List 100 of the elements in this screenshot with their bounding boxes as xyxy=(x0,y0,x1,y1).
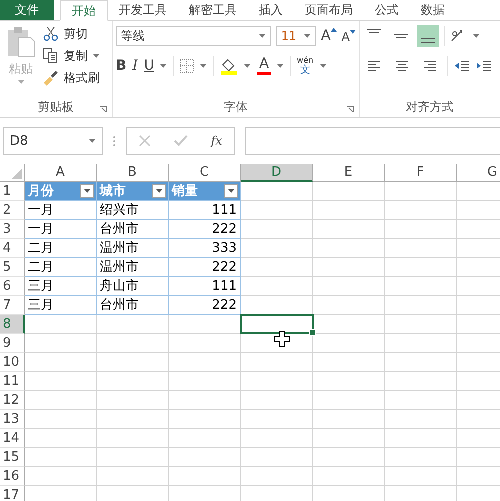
pinyin-text: wén xyxy=(297,56,314,65)
copy-button[interactable]: 复制 xyxy=(43,47,100,65)
column-header[interactable]: F xyxy=(385,164,457,182)
row-header[interactable]: 11 xyxy=(0,372,25,391)
ribbon-tab[interactable]: 页面布局 xyxy=(294,0,364,20)
table-cell: 111 xyxy=(169,201,241,220)
group-label: 剪贴板 xyxy=(38,98,74,116)
caret-icon xyxy=(304,34,312,38)
insert-function-button[interactable]: fx xyxy=(211,134,222,148)
lines-icon xyxy=(367,59,381,73)
bottom-align-button[interactable] xyxy=(417,25,439,47)
active-cell[interactable] xyxy=(240,314,314,334)
table-cell: 三月 xyxy=(25,277,97,296)
caret-icon[interactable] xyxy=(160,64,168,68)
shrink-font-button[interactable]: A xyxy=(342,28,356,44)
table-cell: 一月 xyxy=(25,220,97,239)
column-header[interactable]: G xyxy=(457,164,500,182)
checkmark-icon[interactable] xyxy=(174,135,188,147)
fill-color-icon[interactable] xyxy=(220,57,238,75)
row-header[interactable]: 15 xyxy=(0,448,25,467)
ribbon-tab[interactable]: 数据 xyxy=(410,0,456,20)
scissors-icon xyxy=(43,26,59,42)
name-box[interactable]: D8 xyxy=(3,127,103,155)
caret-icon[interactable] xyxy=(200,64,208,68)
row-header[interactable]: 4 xyxy=(0,239,25,258)
table-cell: 台州市 xyxy=(97,296,169,315)
table-cell: 温州市 xyxy=(97,258,169,277)
column-header[interactable]: E xyxy=(313,164,385,182)
row-header[interactable]: 12 xyxy=(0,391,25,410)
caret-icon[interactable] xyxy=(277,64,284,68)
row-header[interactable]: 14 xyxy=(0,429,25,448)
table-cell: 温州市 xyxy=(97,239,169,258)
column-header[interactable]: D xyxy=(241,164,313,182)
ribbon-tab[interactable]: 插入 xyxy=(248,0,294,20)
triangle-icon xyxy=(12,169,22,179)
row-header[interactable]: 10 xyxy=(0,353,25,372)
font-color-button[interactable]: A xyxy=(257,57,272,75)
column-header[interactable]: B xyxy=(97,164,169,182)
column-title: 月份 xyxy=(28,183,54,200)
filter-button[interactable] xyxy=(80,184,94,198)
paintbrush-icon xyxy=(43,70,59,86)
bold-button[interactable]: B xyxy=(116,58,127,74)
column-title: 销量 xyxy=(172,183,198,200)
lines-icon xyxy=(423,59,437,73)
ribbon-tab[interactable]: 开始 xyxy=(60,0,108,21)
dialog-launcher-icon[interactable] xyxy=(347,106,354,113)
caret-icon[interactable] xyxy=(320,64,327,68)
caret-icon xyxy=(18,80,24,84)
font-size-field[interactable]: 11 xyxy=(276,26,316,46)
caret-icon xyxy=(259,34,266,38)
row-header[interactable]: 13 xyxy=(0,410,25,429)
table-cell: 111 xyxy=(169,277,241,296)
table-cell: 222 xyxy=(169,296,241,315)
caret-icon xyxy=(93,54,100,58)
table-cell: 222 xyxy=(169,220,241,239)
filter-button[interactable] xyxy=(224,184,238,198)
table-cell: 二月 xyxy=(25,258,97,277)
underline-button[interactable]: U xyxy=(144,58,154,74)
dialog-launcher-icon[interactable] xyxy=(100,106,107,113)
file-tab[interactable]: 文件 xyxy=(0,0,54,20)
cursor-icon xyxy=(274,331,291,348)
ribbon-tab[interactable]: 解密工具 xyxy=(178,0,248,20)
lines-icon xyxy=(367,29,381,34)
row-header[interactable]: 2 xyxy=(0,201,25,220)
table-cell: 台州市 xyxy=(97,220,169,239)
row-header[interactable]: 1 xyxy=(0,182,25,201)
group-label: 字体 xyxy=(224,98,248,116)
grow-font-button[interactable]: A xyxy=(321,28,337,44)
caret-icon[interactable] xyxy=(244,64,252,68)
table-cell: 二月 xyxy=(25,239,97,258)
row-header[interactable]: 9 xyxy=(0,334,25,353)
increase-indent-icon[interactable] xyxy=(476,59,492,73)
row-header[interactable]: 8 xyxy=(0,315,25,334)
row-header[interactable]: 3 xyxy=(0,220,25,239)
cut-button[interactable]: 剪切 xyxy=(43,25,100,43)
column-header[interactable]: C xyxy=(169,164,241,182)
up-arrow-icon xyxy=(330,28,337,32)
lines-icon xyxy=(395,59,409,73)
filter-button[interactable] xyxy=(152,184,166,198)
row-header[interactable]: 7 xyxy=(0,296,25,315)
italic-button[interactable]: I xyxy=(132,58,138,74)
phonetic-button[interactable]: wén 文 xyxy=(297,56,314,76)
font-name-field[interactable]: 等线 xyxy=(116,26,272,46)
row-header[interactable]: 6 xyxy=(0,277,25,296)
caret-icon[interactable] xyxy=(473,34,480,38)
column-header[interactable]: A xyxy=(25,164,97,182)
font-name: 等线 xyxy=(121,28,145,44)
decrease-indent-icon[interactable] xyxy=(454,59,470,73)
clipboard-icon xyxy=(5,25,37,59)
ribbon-tab[interactable]: 公式 xyxy=(364,0,410,20)
formula-input[interactable] xyxy=(245,127,500,155)
character-text: 文 xyxy=(300,66,310,76)
ribbon-tab[interactable]: 开发工具 xyxy=(108,0,178,20)
row-header[interactable]: 16 xyxy=(0,467,25,486)
drag-handle-icon[interactable] xyxy=(113,136,116,146)
row-header[interactable]: 5 xyxy=(0,258,25,277)
format-painter-button[interactable]: 格式刷 xyxy=(43,69,100,87)
caret-icon xyxy=(89,139,96,143)
borders-icon[interactable] xyxy=(180,59,194,73)
table-cell: 一月 xyxy=(25,201,97,220)
